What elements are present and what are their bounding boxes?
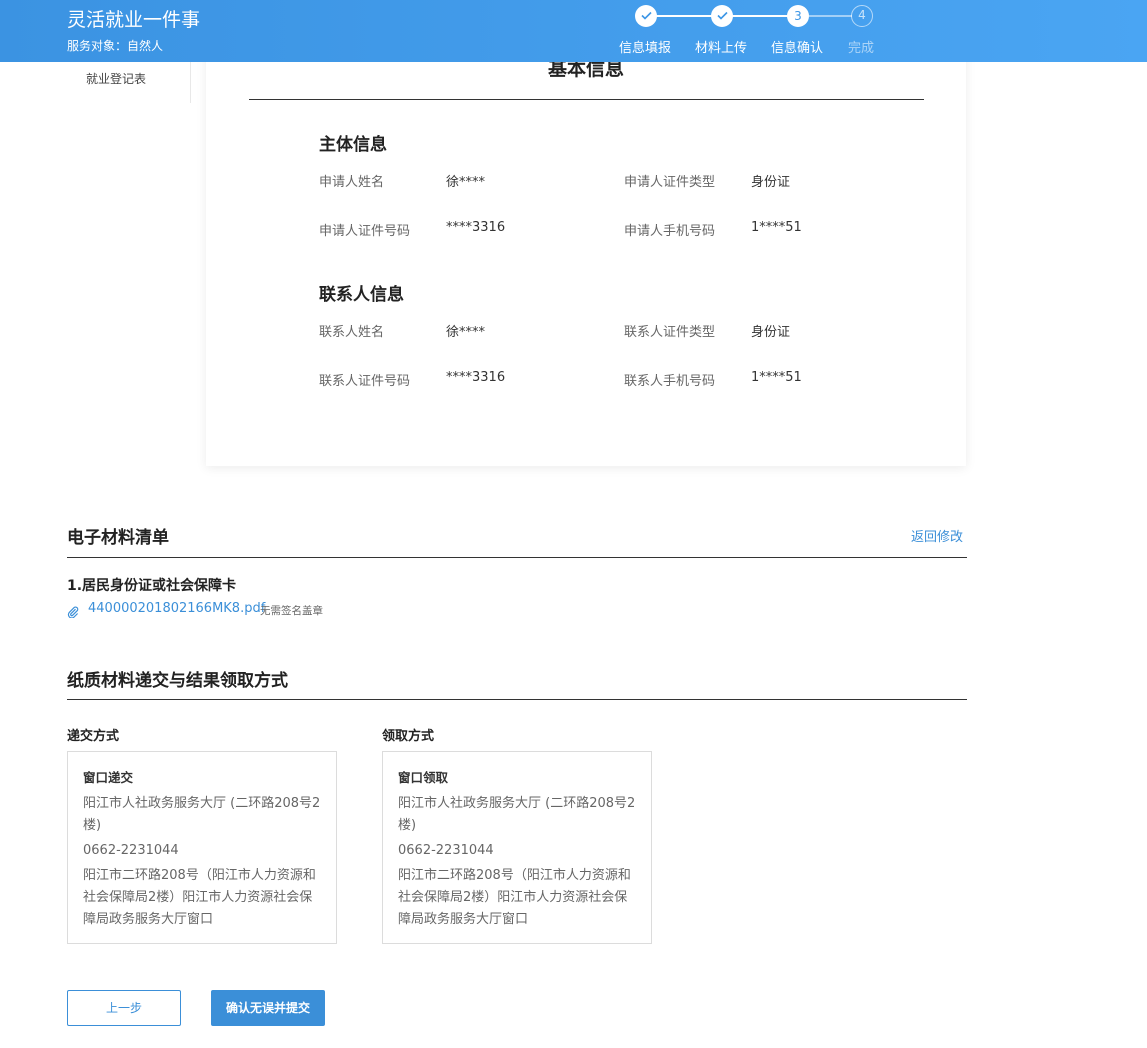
basic-info-card: 基本信息 主体信息 申请人姓名 徐**** 申请人证件类型 身份证 申请人证件号…	[206, 40, 966, 466]
step-connector-2	[732, 15, 788, 17]
applicant-id-type-label: 申请人证件类型	[624, 175, 716, 190]
card-divider	[249, 99, 924, 100]
contact-phone-value: 1****51	[751, 370, 802, 385]
step-2-label: 材料上传	[695, 41, 748, 56]
contact-id-type-label: 联系人证件类型	[624, 325, 716, 340]
submit-method-box: 窗口递交 阳江市人社政务服务大厅 (二环路208号2楼) 0662-223104…	[67, 751, 337, 944]
top-header: 灵活就业一件事 服务对象：自然人 3 4 信息填报 材料上传 信息确认 完成	[0, 0, 1147, 62]
back-to-edit-link[interactable]: 返回修改	[911, 526, 963, 545]
applicant-phone-value: 1****51	[751, 220, 802, 235]
confirm-submit-button[interactable]: 确认无误并提交	[211, 990, 325, 1026]
applicant-id-number-label: 申请人证件号码	[319, 224, 411, 239]
paper-divider	[67, 699, 967, 700]
contact-name-value: 徐****	[446, 325, 486, 340]
contact-info-title: 联系人信息	[319, 285, 404, 305]
contact-id-number-value: ****3316	[446, 370, 506, 385]
step-connector-3	[809, 15, 852, 17]
step-1-check-icon	[635, 5, 657, 27]
material-file-link[interactable]: 440000201802166MK8.pdf	[88, 601, 265, 616]
submit-method-label: 递交方式	[67, 729, 120, 744]
step-connector-1	[656, 15, 712, 17]
step-4-circle: 4	[851, 5, 873, 27]
pickup-method-box: 窗口领取 阳江市人社政务服务大厅 (二环路208号2楼) 0662-223104…	[382, 751, 652, 944]
service-target: 服务对象：自然人	[67, 39, 164, 53]
materials-title: 电子材料清单	[67, 528, 169, 548]
app-title: 灵活就业一件事	[67, 9, 201, 31]
pickup-method-phone: 0662-2231044	[398, 843, 494, 858]
paperclip-icon	[67, 603, 79, 622]
contact-phone-label: 联系人手机号码	[624, 374, 716, 389]
sidebar-divider	[190, 62, 191, 103]
pickup-method-name: 窗口领取	[398, 770, 449, 785]
step-3-label: 信息确认	[771, 41, 824, 56]
step-2-check-icon	[711, 5, 733, 27]
applicant-phone-label: 申请人手机号码	[624, 224, 716, 239]
subject-info-title: 主体信息	[319, 135, 387, 155]
step-3-circle: 3	[787, 5, 809, 27]
contact-name-label: 联系人姓名	[319, 325, 385, 340]
material-item-title: 1.居民身份证或社会保障卡	[67, 578, 237, 594]
step-1-label: 信息填报	[619, 41, 672, 56]
applicant-id-number-value: ****3316	[446, 220, 506, 235]
submit-method-address: 阳江市二环路208号（阳江市人力资源和社会保障局2楼）阳江市人力资源社会保障局政…	[83, 868, 316, 927]
applicant-id-type-value: 身份证	[751, 175, 791, 190]
applicant-name-value: 徐****	[446, 175, 486, 190]
materials-divider	[67, 557, 967, 558]
submit-method-hall: 阳江市人社政务服务大厅 (二环路208号2楼)	[83, 796, 321, 833]
paper-section-title: 纸质材料递交与结果领取方式	[67, 671, 288, 691]
pickup-method-hall: 阳江市人社政务服务大厅 (二环路208号2楼)	[398, 796, 636, 833]
sidebar-item-employment-form[interactable]: 就业登记表	[86, 70, 146, 87]
step-4-label: 完成	[848, 41, 875, 56]
contact-id-number-label: 联系人证件号码	[319, 374, 411, 389]
pickup-method-address: 阳江市二环路208号（阳江市人力资源和社会保障局2楼）阳江市人力资源社会保障局政…	[398, 868, 631, 927]
submit-method-phone: 0662-2231044	[83, 843, 179, 858]
contact-id-type-value: 身份证	[751, 325, 791, 340]
submit-method-name: 窗口递交	[83, 770, 134, 785]
applicant-name-label: 申请人姓名	[319, 175, 385, 190]
pickup-method-label: 领取方式	[382, 729, 435, 744]
previous-step-button[interactable]: 上一步	[67, 990, 181, 1026]
material-file-note: 无需签名盖章	[260, 605, 323, 617]
